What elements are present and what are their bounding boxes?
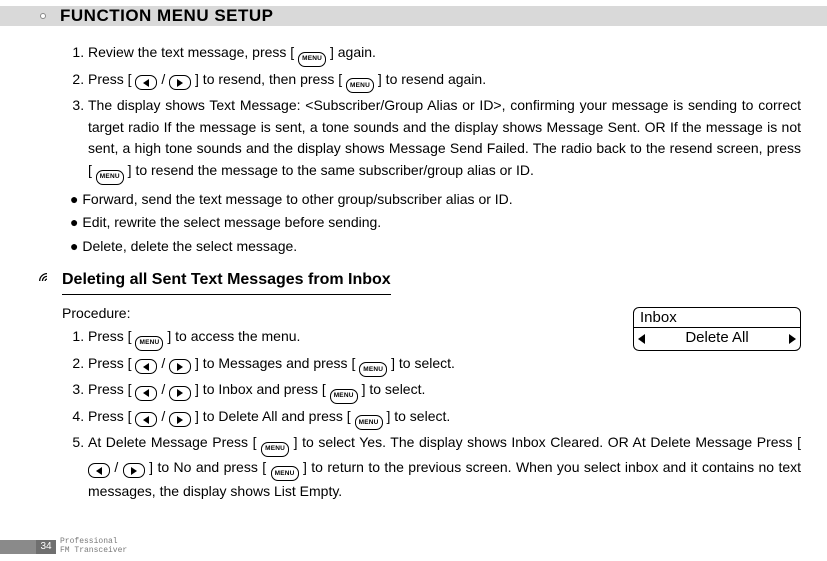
menu-key-icon: MENU (346, 78, 374, 93)
text: / (161, 355, 169, 371)
text: Press [ (88, 328, 135, 344)
footer-bar-icon (0, 540, 36, 554)
list-item: Delete, delete the select message. (70, 236, 801, 258)
right-key-icon (169, 386, 191, 401)
menu-key-icon: MENU (271, 466, 299, 481)
page-title: FUNCTION MENU SETUP (60, 6, 274, 26)
menu-key-icon: MENU (261, 442, 289, 457)
signal-waves-icon (36, 270, 58, 292)
right-key-icon (169, 412, 191, 427)
screen-option: Delete All (685, 329, 748, 348)
text: Delete, delete the select message. (82, 238, 297, 254)
radio-screen: Inbox Delete All (633, 307, 801, 352)
text: Press [ (88, 355, 135, 371)
section-header: Deleting all Sent Text Messages from Inb… (36, 268, 801, 295)
right-key-icon (169, 359, 191, 374)
left-key-icon (88, 463, 110, 478)
text: Edit, rewrite the select message before … (82, 214, 381, 230)
text: ] to Messages and press [ (195, 355, 359, 371)
screen-row: Inbox (634, 308, 800, 329)
text: / (161, 71, 169, 87)
page-footer: 34 Professional FM Transceiver (0, 538, 127, 555)
list-item: Forward, send the text message to other … (70, 189, 801, 211)
screen-row: Delete All (634, 328, 800, 350)
section-title: Deleting all Sent Text Messages from Inb… (62, 268, 391, 295)
right-arrow-icon (789, 334, 796, 344)
text: / (161, 408, 169, 424)
text: ] to resend, then press [ (195, 71, 346, 87)
text: Review the text message, press [ (88, 44, 298, 60)
text: ] to Inbox and press [ (195, 381, 330, 397)
menu-key-icon: MENU (298, 52, 326, 67)
text: ] to select. (386, 408, 450, 424)
right-key-icon (123, 463, 145, 478)
intro-steps: Review the text message, press [ MENU ] … (62, 42, 801, 185)
left-arrow-icon (638, 334, 645, 344)
right-key-icon (169, 75, 191, 90)
text: ] again. (330, 44, 376, 60)
menu-key-icon: MENU (359, 362, 387, 377)
list-item: Press [ / ] to resend, then press [ MENU… (88, 69, 801, 94)
list-item: Edit, rewrite the select message before … (70, 212, 801, 234)
menu-key-icon: MENU (96, 170, 124, 185)
text: ] to select. (362, 381, 426, 397)
text: ] to resend the message to the same subs… (128, 162, 534, 178)
text: Press [ (88, 71, 135, 87)
procedure-block: Procedure: Inbox Delete All Press [ MENU… (62, 303, 801, 504)
menu-key-icon: MENU (135, 336, 163, 351)
procedure-steps: Press [ MENU ] to access the menu. Press… (62, 326, 801, 503)
page-header: FUNCTION MENU SETUP (0, 6, 827, 28)
list-item: Press [ / ] to Delete All and press [ ME… (88, 406, 801, 431)
text: At Delete Message Press [ (88, 434, 261, 450)
list-item: Press [ / ] to Messages and press [ MENU… (88, 353, 801, 378)
left-key-icon (135, 75, 157, 90)
list-item: Review the text message, press [ MENU ] … (88, 42, 801, 67)
text: ] to access the menu. (167, 328, 300, 344)
text: ] to No and press [ (149, 459, 270, 475)
text: Press [ (88, 381, 135, 397)
page-number: 34 (36, 540, 56, 554)
menu-key-icon: MENU (355, 415, 383, 430)
header-dot-icon (40, 13, 46, 19)
text: ] to Delete All and press [ (195, 408, 355, 424)
footer-line: FM Transceiver (60, 547, 127, 555)
left-key-icon (135, 412, 157, 427)
text: ] to select. (391, 355, 455, 371)
list-item: At Delete Message Press [ MENU ] to sele… (88, 432, 801, 503)
page-content: Review the text message, press [ MENU ] … (0, 28, 827, 503)
text: Press [ (88, 408, 135, 424)
text: / (161, 381, 169, 397)
left-key-icon (135, 386, 157, 401)
bullet-list: Forward, send the text message to other … (62, 189, 801, 258)
text: Forward, send the text message to other … (82, 191, 512, 207)
menu-key-icon: MENU (330, 389, 358, 404)
text: ] to select Yes. The display shows Inbox… (294, 434, 801, 450)
list-item: Press [ / ] to Inbox and press [ MENU ] … (88, 379, 801, 404)
list-item: The display shows Text Message: <Subscri… (88, 95, 801, 185)
text: ] to resend again. (378, 71, 486, 87)
left-key-icon (135, 359, 157, 374)
text: / (114, 459, 122, 475)
footer-text: Professional FM Transceiver (60, 538, 127, 555)
